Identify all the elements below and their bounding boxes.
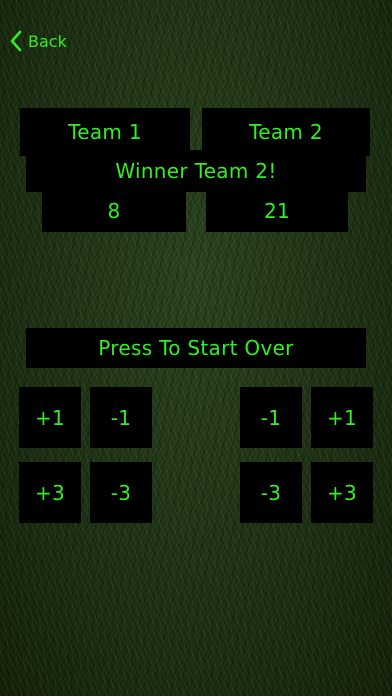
- team1-plus3-label: +3: [34, 480, 66, 505]
- team1-score: 8: [42, 190, 186, 232]
- chevron-left-icon: [10, 30, 22, 52]
- team2-name-field[interactable]: Team 2: [202, 108, 370, 156]
- team1-plus1-button[interactable]: +1: [19, 387, 81, 448]
- team2-minus1-label: -1: [260, 405, 282, 430]
- team2-score: 21: [206, 190, 348, 232]
- team2-minus1-button[interactable]: -1: [240, 387, 302, 448]
- team2-score-value: 21: [263, 199, 291, 223]
- team1-name-label: Team 1: [68, 120, 142, 144]
- winner-banner: Winner Team 2!: [26, 150, 366, 192]
- back-label: Back: [28, 31, 67, 51]
- start-over-button[interactable]: Press To Start Over: [26, 328, 366, 368]
- team2-minus3-label: -3: [260, 480, 282, 505]
- team1-name-field[interactable]: Team 1: [20, 108, 190, 156]
- winner-text: Winner Team 2!: [115, 159, 277, 183]
- team1-minus1-button[interactable]: -1: [90, 387, 152, 448]
- team1-plus1-label: +1: [34, 405, 66, 430]
- team2-name-label: Team 2: [249, 120, 323, 144]
- team2-minus3-button[interactable]: -3: [240, 462, 302, 523]
- team2-plus1-label: +1: [326, 405, 358, 430]
- team1-score-value: 8: [107, 199, 121, 223]
- back-button[interactable]: Back: [10, 28, 67, 54]
- team1-minus1-label: -1: [110, 405, 132, 430]
- start-over-label: Press To Start Over: [98, 336, 294, 360]
- team2-plus3-button[interactable]: +3: [311, 462, 373, 523]
- team1-minus3-button[interactable]: -3: [90, 462, 152, 523]
- team1-minus3-label: -3: [110, 480, 132, 505]
- team2-plus1-button[interactable]: +1: [311, 387, 373, 448]
- team2-plus3-label: +3: [326, 480, 358, 505]
- team1-plus3-button[interactable]: +3: [19, 462, 81, 523]
